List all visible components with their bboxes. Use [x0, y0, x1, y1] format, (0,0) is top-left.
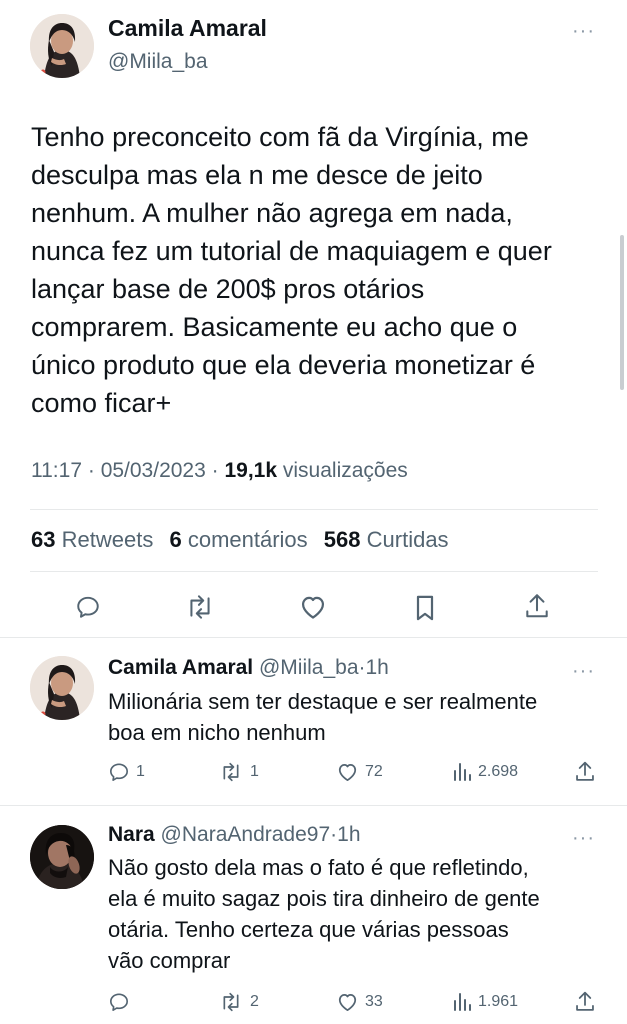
heart-icon — [338, 764, 357, 782]
reply-button[interactable]: 1 — [108, 762, 145, 782]
more-icon[interactable]: ··· — [572, 21, 595, 41]
reply-text-line: boa em nicho nenhum — [108, 720, 326, 745]
heart-icon[interactable] — [299, 594, 327, 620]
tweet-text: Tenho preconceito com fã da Virgínia, me… — [31, 118, 591, 422]
views-count: 1.961 — [478, 993, 519, 1010]
views-count: 19,1k — [224, 459, 278, 482]
views-button[interactable]: 2.698 — [452, 762, 518, 782]
reply-button[interactable] — [108, 992, 136, 1012]
reply-icon — [110, 993, 128, 1011]
retweet-icon — [223, 992, 239, 1012]
meta-separator: · — [211, 459, 219, 482]
reply-text-line: Não gosto dela mas o fato é que refletin… — [108, 855, 529, 880]
bookmark-icon[interactable] — [413, 594, 437, 622]
reply-text: Milionária sem ter destaque e ser realme… — [108, 686, 608, 748]
reply-text-line: ela é muito sagaz pois tira dinheiro de … — [108, 886, 540, 911]
reply-author-name[interactable]: Camila Amaral — [108, 656, 253, 679]
comments-label: comentários — [187, 527, 308, 552]
like-count: 72 — [365, 763, 383, 780]
reply-text-line: otária. Tenho certeza que várias pessoas — [108, 917, 509, 942]
more-icon[interactable]: ··· — [572, 661, 595, 681]
reply-author-handle[interactable]: @Miila_ba — [259, 656, 359, 679]
views-count: 2.698 — [478, 763, 519, 780]
like-count: 33 — [365, 993, 383, 1010]
reply-icon — [110, 763, 128, 781]
share-button[interactable] — [574, 760, 596, 783]
author-avatar[interactable] — [30, 14, 94, 78]
tweet-text-line: único produto que ela deveria monetizar … — [31, 350, 536, 380]
share-button[interactable] — [574, 990, 596, 1013]
reply-count: 1 — [136, 763, 145, 780]
divider — [30, 509, 598, 510]
divider — [30, 571, 598, 572]
tweet-text-line: nenhum. A mulher não agrega em nada, — [31, 198, 513, 228]
tweet-text-line: desculpa mas ela n me desce de jeito — [31, 160, 483, 190]
divider — [0, 637, 627, 638]
tweet-meta: 11:17 · 05/03/2023 · 19,1k visualizações — [31, 459, 408, 483]
share-icon[interactable] — [524, 592, 550, 620]
retweet-icon[interactable] — [185, 594, 215, 620]
reply-avatar[interactable] — [30, 656, 94, 720]
reply-time[interactable]: 1h — [366, 656, 389, 679]
views-icon — [454, 993, 471, 1011]
likes-label: Curtidas — [366, 527, 449, 552]
reply-text: Não gosto dela mas o fato é que refletin… — [108, 852, 608, 976]
reply-text-line: Milionária sem ter destaque e ser realme… — [108, 689, 538, 714]
reply-text-line: vão comprar — [108, 948, 231, 973]
reply-icon[interactable] — [75, 594, 101, 620]
reply-author-name[interactable]: Nara — [108, 823, 155, 846]
scrollbar[interactable] — [620, 235, 624, 390]
retweets-count: 63 — [31, 527, 56, 552]
tweet-text-line: comprarem. Basicamente eu acho que o — [31, 312, 518, 342]
retweets-stat[interactable]: 63 Retweets — [31, 527, 153, 552]
retweet-count: 1 — [250, 763, 259, 780]
views-icon — [454, 763, 471, 781]
retweet-count: 2 — [250, 993, 259, 1010]
tweet-text-line: lançar base de 200$ pros otários — [31, 274, 425, 304]
retweet-icon — [223, 762, 239, 782]
author-handle[interactable]: @Miila_ba — [108, 50, 208, 74]
comments-stat[interactable]: 6 comentários — [169, 527, 307, 552]
share-icon — [576, 991, 594, 1011]
retweets-label: Retweets — [61, 527, 154, 552]
divider — [0, 805, 627, 806]
tweet-stats: 63 Retweets 6 comentários 568 Curtidas — [31, 527, 459, 553]
like-button[interactable]: 33 — [336, 992, 383, 1012]
tweet-text-line: nunca fez um tutorial de maquiagem e que… — [31, 236, 552, 266]
reply-header: Nara @NaraAndrade97·1h — [108, 823, 361, 847]
reply-header: Camila Amaral @Miila_ba·1h — [108, 656, 389, 680]
like-button[interactable]: 72 — [336, 762, 383, 782]
author-name[interactable]: Camila Amaral — [108, 15, 267, 42]
retweet-button[interactable]: 1 — [218, 762, 259, 782]
views-label: visualizações — [282, 459, 408, 482]
likes-count: 568 — [323, 527, 361, 552]
tweet-text-line: Tenho preconceito com fã da Virgínia, me — [31, 122, 529, 152]
likes-stat[interactable]: 568 Curtidas — [324, 527, 449, 552]
meta-separator: · — [358, 656, 366, 679]
reply-avatar[interactable] — [30, 825, 94, 889]
tweet-time[interactable]: 11:17 — [31, 459, 82, 482]
share-icon — [576, 761, 594, 781]
meta-separator: · — [87, 459, 95, 482]
heart-icon — [338, 994, 357, 1012]
tweet-text-line: como ficar+ — [31, 388, 172, 418]
reply-author-handle[interactable]: @NaraAndrade97 — [161, 823, 331, 846]
comments-count: 6 — [169, 527, 182, 552]
more-icon[interactable]: ··· — [572, 828, 595, 848]
retweet-button[interactable]: 2 — [218, 992, 259, 1012]
tweet-date[interactable]: 05/03/2023 — [101, 459, 206, 482]
reply-time[interactable]: 1h — [337, 823, 360, 846]
views-button[interactable]: 1.961 — [452, 992, 518, 1012]
